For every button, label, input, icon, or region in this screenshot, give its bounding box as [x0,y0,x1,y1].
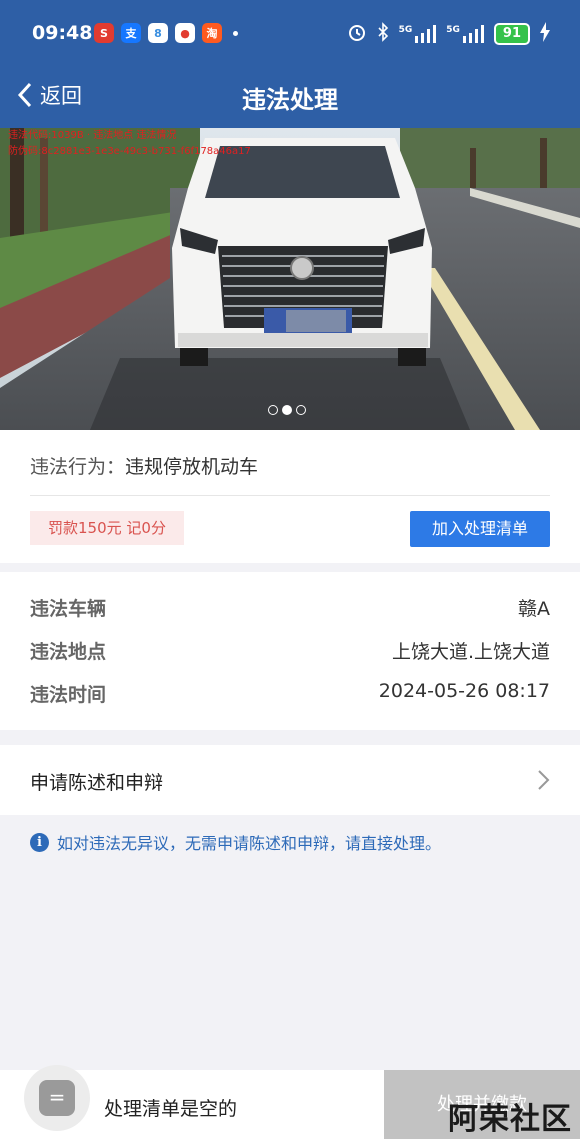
watermark-line: 违法代码:1039B · 违法地点 违法情况 [8,130,177,141]
notification-icons: S 支 8 ● 淘 [94,23,238,43]
list-icon: = [39,1080,75,1116]
add-to-list-button[interactable]: 加入处理清单 [410,511,550,547]
detail-key: 违法车辆 [30,598,107,620]
divider [30,495,550,496]
violation-photo[interactable]: 违法代码:1039B · 违法地点 违法情况 防伪码:8c2881e3-1e3e… [0,128,580,430]
watermark-line: 防伪码:8c2881e3-1e3e-49c3-b731-f6f178a46a17 [8,146,251,157]
behavior-label: 违法行为： [30,456,126,478]
status-bar: 09:48 S 支 8 ● 淘 5G 5G 91 [0,0,580,66]
alarm-icon [347,22,367,46]
app-red-icon: S [94,23,114,43]
pager-dot[interactable] [282,405,292,415]
bluetooth-icon [377,22,389,46]
process-list-button[interactable]: = [24,1065,90,1131]
more-notifications-dot [233,30,238,36]
alipay-icon: 支 [121,23,141,43]
map-pin-icon: ● [175,23,195,43]
info-icon: i [30,832,49,852]
evidence-watermark: 违法代码:1039B · 违法地点 违法情况 防伪码:8c2881e3-1e3e… [8,128,251,160]
detail-key: 违法地点 [30,641,107,663]
violation-details: 违法车辆 赣A 违法地点 上饶大道.上饶大道 违法时间 2024-05-26 0… [0,572,580,730]
system-icons: 5G 5G 91 [347,22,550,46]
appeal-row[interactable]: 申请陈述和申辩 [0,745,580,815]
notice-text: 如对违法无异议，无需申请陈述和申辩，请直接处理。 [57,834,442,853]
status-time: 09:48 [32,22,93,44]
car-photo-illustration [0,128,580,430]
community-watermark: 阿荣社区 [448,1102,572,1137]
page-title: 违法处理 [242,86,338,114]
detail-value: 2024-05-26 08:17 [378,680,550,702]
detail-value: 赣A [518,598,550,620]
pager-dot[interactable] [296,405,306,415]
app-colorful-icon: 8 [148,23,168,43]
charging-icon [540,22,550,46]
signal-icon: 5G [399,25,437,43]
signal-icon: 5G [446,25,484,43]
notice: i 如对违法无异议，无需申请陈述和申辩，请直接处理。 [30,830,441,854]
violation-behavior: 违法行为：违规停放机动车 [30,452,258,479]
detail-row-location: 违法地点 上饶大道.上饶大道 [30,637,550,667]
detail-row-vehicle: 违法车辆 赣A [30,594,550,624]
pager-dot[interactable] [268,405,278,415]
detail-value: 上饶大道.上饶大道 [391,641,550,663]
taobao-icon: 淘 [202,23,222,43]
detail-key: 违法时间 [30,684,107,706]
nav-bar: 返回 违法处理 [0,66,580,128]
photo-pager [268,405,306,415]
behavior-value: 违规停放机动车 [125,456,259,478]
violation-card: 违法行为：违规停放机动车 罚款150元 记0分 加入处理清单 [0,430,580,563]
chevron-right-icon [538,770,550,790]
list-empty-text: 处理清单是空的 [104,1098,238,1120]
detail-row-time: 违法时间 2024-05-26 08:17 [30,680,550,710]
appeal-label: 申请陈述和申辩 [30,772,164,794]
battery-indicator: 91 [493,23,530,45]
fine-badge: 罚款150元 记0分 [30,511,184,545]
